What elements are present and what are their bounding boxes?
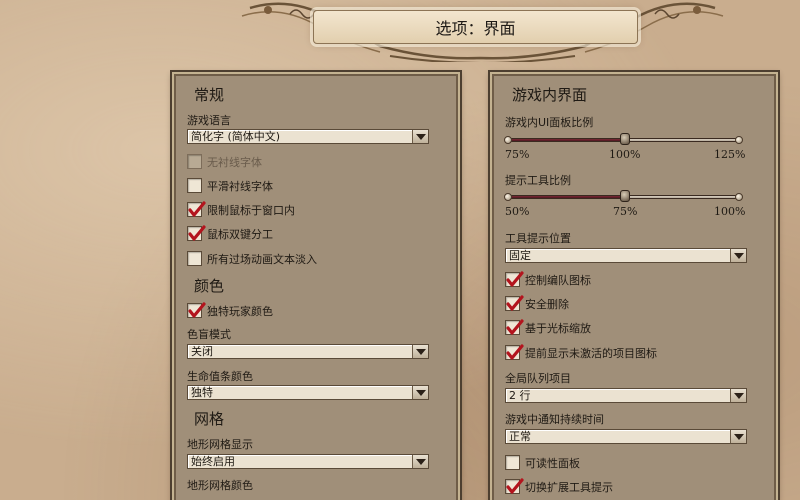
checkbox-control-group-icons[interactable]: 控制编队图标 — [505, 271, 591, 288]
tooltip-scale-tick-mid: 75% — [613, 205, 638, 218]
chevron-down-icon — [412, 130, 428, 143]
tooltip-scale-tick-min: 50% — [505, 205, 530, 218]
checkmark-icon — [506, 344, 524, 360]
checkmark-icon — [506, 478, 524, 494]
checkbox-confine-mouse[interactable]: 限制鼠标于窗口内 — [187, 201, 295, 218]
checkmark-icon — [506, 271, 524, 287]
tooltip-scale-tick-max: 100% — [714, 205, 746, 218]
checkbox-safe-delete[interactable]: 安全删除 — [505, 295, 569, 312]
tooltip-scale-track-filled[interactable] — [509, 195, 627, 199]
terrain-grid-color-label: 地形网格颜色 — [187, 479, 253, 492]
checkbox-label: 基于光标缩放 — [525, 321, 591, 335]
ui-scale-track[interactable] — [627, 138, 739, 142]
ui-scale-track-filled[interactable] — [509, 138, 627, 142]
checkbox-label: 平滑衬线字体 — [207, 179, 273, 193]
chevron-down-icon — [412, 386, 428, 399]
language-label: 游戏语言 — [187, 114, 231, 127]
health-bar-color-value: 独特 — [191, 386, 213, 399]
global-queue-label: 全局队列项目 — [505, 372, 571, 385]
checkmark-icon — [506, 295, 524, 311]
language-dropdown[interactable]: 简化字 (简体中文) — [187, 129, 429, 144]
ui-scale-tick-min: 75% — [505, 148, 530, 161]
checkbox-cutscene-text-fade[interactable]: 所有过场动画文本淡入 — [187, 250, 317, 267]
chevron-down-icon — [730, 249, 746, 262]
language-value: 简化字 (简体中文) — [191, 130, 281, 143]
slider-end-cap — [504, 193, 512, 201]
checkbox-box[interactable] — [187, 178, 202, 193]
tooltip-scale-track[interactable] — [627, 195, 739, 199]
terrain-grid-label: 地形网格显示 — [187, 438, 253, 451]
checkbox-unique-player-color[interactable]: 独特玩家颜色 — [187, 302, 273, 319]
checkbox-smooth-serif-font[interactable]: 平滑衬线字体 — [187, 177, 273, 194]
notification-duration-value: 正常 — [509, 430, 531, 443]
checkbox-box[interactable] — [505, 271, 524, 287]
checkmark-icon — [506, 319, 524, 335]
checkbox-box[interactable] — [187, 225, 206, 241]
checkbox-box[interactable] — [187, 251, 202, 266]
global-queue-dropdown[interactable]: 2 行 — [505, 388, 747, 403]
slider-end-cap — [504, 136, 512, 144]
slider-end-cap — [735, 136, 743, 144]
notification-duration-dropdown[interactable]: 正常 — [505, 429, 747, 444]
ui-scale-tick-mid: 100% — [609, 148, 641, 161]
checkbox-extended-tooltips[interactable]: 切换扩展工具提示 — [505, 478, 613, 495]
terrain-grid-dropdown[interactable]: 始终启用 — [187, 454, 429, 469]
health-bar-color-dropdown[interactable]: 独特 — [187, 385, 429, 400]
checkbox-readability-panel[interactable]: 可读性面板 — [505, 454, 580, 471]
tooltip-position-label: 工具提示位置 — [505, 232, 571, 245]
checkbox-label: 鼠标双键分工 — [207, 227, 273, 241]
checkbox-label: 所有过场动画文本淡入 — [207, 252, 317, 266]
chevron-down-icon — [412, 345, 428, 358]
checkbox-sans-serif-font[interactable]: 无衬线字体 — [187, 153, 262, 170]
checkbox-label: 控制编队图标 — [525, 273, 591, 287]
ui-scale-tick-max: 125% — [714, 148, 746, 161]
checkbox-label: 独特玩家颜色 — [207, 304, 273, 318]
checkbox-box[interactable] — [187, 201, 206, 217]
checkbox-box[interactable] — [505, 295, 524, 311]
chevron-down-icon — [412, 455, 428, 468]
terrain-grid-value: 始终启用 — [191, 455, 235, 468]
checkbox-label: 限制鼠标于窗口内 — [207, 203, 295, 217]
global-queue-value: 2 行 — [509, 389, 531, 402]
tooltip-scale-slider-thumb[interactable] — [620, 190, 630, 202]
checkbox-show-inactive-item-icons[interactable]: 提前显示未激活的项目图标 — [505, 344, 657, 361]
ui-scale-label: 游戏内UI面板比例 — [505, 116, 594, 129]
tooltip-position-value: 固定 — [509, 249, 531, 262]
checkbox-mouse-button-split[interactable]: 鼠标双键分工 — [187, 225, 273, 242]
chevron-down-icon — [730, 430, 746, 443]
checkbox-box[interactable] — [505, 455, 520, 470]
colorblind-label: 色盲模式 — [187, 328, 231, 341]
ingame-heading: 游戏内界面 — [512, 86, 588, 104]
checkbox-label: 提前显示未激活的项目图标 — [525, 346, 657, 360]
checkbox-box[interactable] — [187, 302, 206, 318]
checkmark-icon — [188, 201, 206, 217]
colors-heading: 颜色 — [194, 277, 225, 295]
checkbox-box[interactable] — [187, 154, 202, 169]
colorblind-value: 关闭 — [191, 345, 213, 358]
window-title: 选项：界面 — [313, 10, 638, 44]
checkbox-label: 可读性面板 — [525, 456, 580, 470]
notification-duration-label: 游戏中通知持续时间 — [505, 413, 604, 426]
checkbox-box[interactable] — [505, 319, 524, 335]
chevron-down-icon — [730, 389, 746, 402]
checkmark-icon — [188, 302, 206, 318]
checkbox-label: 无衬线字体 — [207, 155, 262, 169]
checkbox-label: 安全删除 — [525, 297, 569, 311]
colorblind-dropdown[interactable]: 关闭 — [187, 344, 429, 359]
ingame-panel: 游戏内界面 游戏内UI面板比例 75% 100% 125% 提示工具比例 50%… — [488, 70, 780, 500]
checkmark-icon — [188, 225, 206, 241]
tooltip-scale-label: 提示工具比例 — [505, 174, 571, 187]
general-heading: 常规 — [194, 86, 225, 104]
health-bar-color-label: 生命值条颜色 — [187, 370, 253, 383]
checkbox-box[interactable] — [505, 478, 524, 494]
slider-end-cap — [735, 193, 743, 201]
tooltip-position-dropdown[interactable]: 固定 — [505, 248, 747, 263]
ui-scale-slider-thumb[interactable] — [620, 133, 630, 145]
checkbox-zoom-to-cursor[interactable]: 基于光标缩放 — [505, 319, 591, 336]
grid-heading: 网格 — [194, 410, 225, 428]
general-panel: 常规 游戏语言 简化字 (简体中文) 无衬线字体 平滑衬线字体 限制鼠标于窗口内… — [170, 70, 462, 500]
checkbox-label: 切换扩展工具提示 — [525, 480, 613, 494]
checkbox-box[interactable] — [505, 344, 524, 360]
